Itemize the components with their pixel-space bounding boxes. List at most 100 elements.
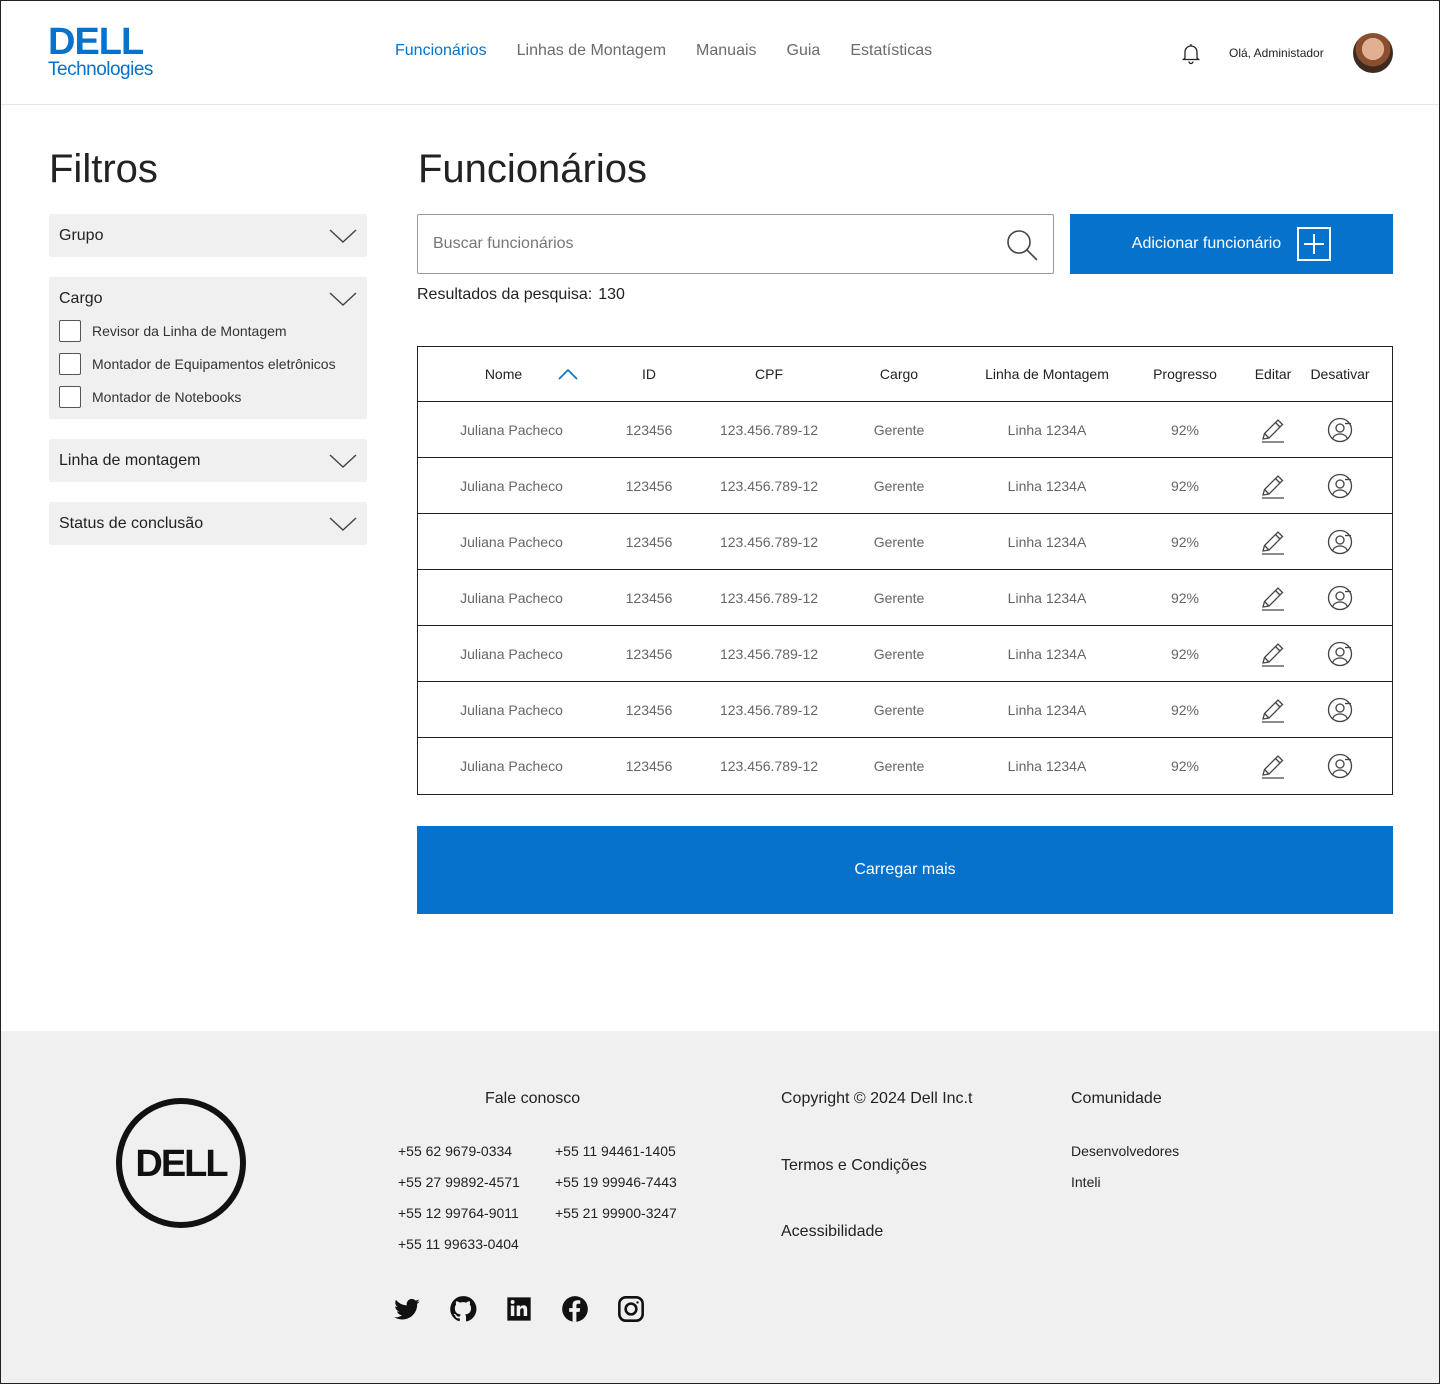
pencil-icon[interactable] xyxy=(1259,640,1287,668)
pencil-icon[interactable] xyxy=(1259,416,1287,444)
bell-icon[interactable] xyxy=(1179,41,1203,65)
cell-cpf: 123.456.789-12 xyxy=(719,533,819,550)
cell-nome: Juliana Pacheco xyxy=(460,645,563,662)
cell-cargo: Gerente xyxy=(873,421,925,438)
facebook-icon[interactable] xyxy=(561,1295,589,1323)
filter-label: Grupo xyxy=(59,226,104,244)
filter-grupo-header[interactable]: Grupo xyxy=(49,214,367,257)
cell-cpf: 123.456.789-12 xyxy=(719,589,819,606)
nav-estatisticas[interactable]: Estatísticas xyxy=(850,42,932,60)
th-cargo: Cargo xyxy=(879,366,919,382)
accessibility-link[interactable]: Acessibilidade xyxy=(781,1223,883,1241)
terms-link[interactable]: Termos e Condições xyxy=(781,1157,927,1175)
cell-editar xyxy=(1229,640,1317,668)
deactivate-user-icon[interactable] xyxy=(1326,416,1354,444)
nav-linhas-de-montagem[interactable]: Linhas de Montagem xyxy=(517,42,666,60)
cell-cargo: Gerente xyxy=(873,701,925,718)
footer: DELL Fale conosco +55 62 9679-0334 +55 2… xyxy=(1,1031,1439,1383)
cell-progresso: 92% xyxy=(1170,589,1200,606)
developers-link[interactable]: Desenvolvedores xyxy=(1071,1143,1179,1159)
search-icon[interactable] xyxy=(1005,228,1039,262)
deactivate-user-icon[interactable] xyxy=(1326,696,1354,724)
th-nome[interactable]: Nome xyxy=(418,366,605,382)
nav-funcionarios[interactable]: Funcionários xyxy=(395,42,487,60)
cell-cpf: 123.456.789-12 xyxy=(719,421,819,438)
filter-status-header[interactable]: Status de conclusão xyxy=(49,502,367,545)
cell-progresso: 92% xyxy=(1170,421,1200,438)
cell-id: 123456 xyxy=(625,758,673,774)
dell-technologies-logo[interactable]: DELL Technologies xyxy=(48,23,158,85)
cell-linha: Linha 1234A xyxy=(1007,589,1087,606)
cell-cargo: Gerente xyxy=(873,533,925,550)
cell-desativar xyxy=(1317,584,1363,612)
checkbox-option: Montador de Notebooks xyxy=(49,380,367,413)
pencil-icon[interactable] xyxy=(1259,528,1287,556)
cell-linha: Linha 1234A xyxy=(1007,645,1087,662)
twitter-icon[interactable] xyxy=(393,1295,421,1323)
cell-editar xyxy=(1229,472,1317,500)
cell-cpf: 123.456.789-12 xyxy=(719,645,819,662)
cell-desativar xyxy=(1317,416,1363,444)
phone: +55 11 99633-0404 xyxy=(398,1236,519,1252)
add-employee-button[interactable]: Adicionar funcionário xyxy=(1070,214,1393,274)
linkedin-icon[interactable] xyxy=(505,1295,533,1323)
filter-linha-header[interactable]: Linha de montagem xyxy=(49,439,367,482)
cell-editar xyxy=(1229,584,1317,612)
nav-guia[interactable]: Guia xyxy=(787,42,821,60)
deactivate-user-icon[interactable] xyxy=(1326,584,1354,612)
chevron-down-icon xyxy=(329,453,357,468)
deactivate-user-icon[interactable] xyxy=(1326,472,1354,500)
chevron-down-icon xyxy=(329,516,357,531)
table-row: Juliana Pacheco 123456 123.456.789-12 Geren… xyxy=(418,738,1392,794)
checkbox-montador-eletronicos[interactable] xyxy=(59,352,81,375)
chevron-up-icon[interactable] xyxy=(558,368,578,380)
deactivate-user-icon[interactable] xyxy=(1326,752,1354,780)
load-more-button[interactable]: Carregar mais xyxy=(417,826,1393,914)
th-desativar: Desativar xyxy=(1310,366,1370,382)
table-header: Nome ID CPF Cargo Linha de Montagem Prog… xyxy=(418,347,1392,402)
checkbox-montador-notebooks[interactable] xyxy=(59,385,81,408)
page-title: Funcionários xyxy=(418,147,648,191)
cell-id: 123456 xyxy=(625,645,673,662)
copyright: Copyright © 2024 Dell Inc.t xyxy=(781,1090,973,1107)
cell-progresso: 92% xyxy=(1170,701,1200,718)
contact-title: Fale conosco xyxy=(485,1090,581,1107)
cell-linha: Linha 1234A xyxy=(1007,421,1087,438)
cell-nome: Juliana Pacheco xyxy=(460,421,563,438)
search-input[interactable] xyxy=(433,215,993,273)
checkbox-revisor[interactable] xyxy=(59,319,81,342)
cell-desativar xyxy=(1317,472,1363,500)
search-box xyxy=(417,214,1054,274)
instagram-icon[interactable] xyxy=(617,1295,645,1323)
pencil-icon[interactable] xyxy=(1259,752,1287,780)
table-row: Juliana Pacheco 123456 123.456.789-12 Geren… xyxy=(418,458,1392,514)
cell-id: 123456 xyxy=(625,533,673,550)
pencil-icon[interactable] xyxy=(1259,584,1287,612)
th-editar: Editar xyxy=(1254,366,1292,382)
github-icon[interactable] xyxy=(449,1295,477,1323)
avatar[interactable] xyxy=(1353,33,1393,73)
cell-nome: Juliana Pacheco xyxy=(460,701,563,718)
filter-grupo: Grupo xyxy=(49,214,367,257)
employees-table: Nome ID CPF Cargo Linha de Montagem Prog… xyxy=(417,346,1393,795)
cell-linha: Linha 1234A xyxy=(1007,477,1087,494)
table-row: Juliana Pacheco 123456 123.456.789-12 Geren… xyxy=(418,682,1392,738)
deactivate-user-icon[interactable] xyxy=(1326,528,1354,556)
checkbox-label: Revisor da Linha de Montagem xyxy=(92,322,287,339)
cell-linha: Linha 1234A xyxy=(1007,701,1087,718)
cell-progresso: 92% xyxy=(1170,533,1200,550)
cell-cpf: 123.456.789-12 xyxy=(719,758,819,774)
nav-manuais[interactable]: Manuais xyxy=(696,42,756,60)
social-links xyxy=(393,1295,645,1323)
cell-desativar xyxy=(1317,696,1363,724)
pencil-icon[interactable] xyxy=(1259,696,1287,724)
cell-desativar xyxy=(1317,528,1363,556)
dell-logo: DELL xyxy=(116,1098,246,1228)
pencil-icon[interactable] xyxy=(1259,472,1287,500)
deactivate-user-icon[interactable] xyxy=(1326,640,1354,668)
th-id: ID xyxy=(642,366,656,382)
add-employee-label: Adicionar funcionário xyxy=(1131,235,1282,252)
cell-cargo: Gerente xyxy=(873,645,925,662)
inteli-link[interactable]: Inteli xyxy=(1071,1174,1101,1190)
phone: +55 27 99892-4571 xyxy=(398,1174,520,1190)
